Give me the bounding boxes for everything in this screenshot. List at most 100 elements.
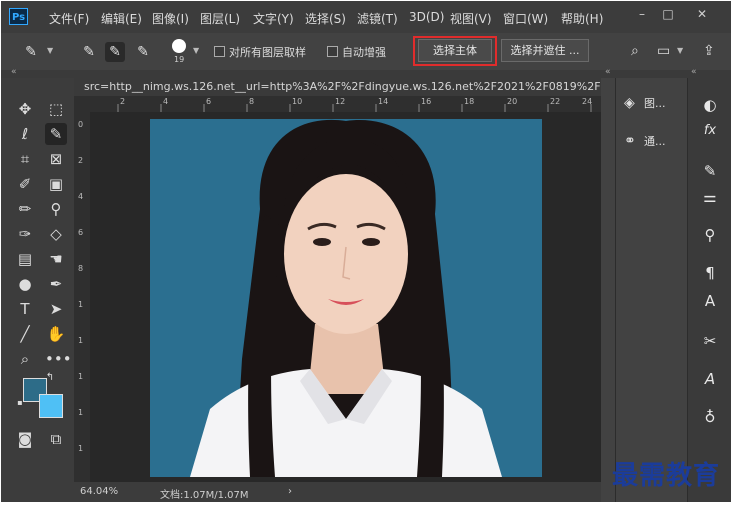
marquee-tool-icon[interactable]: ⬚ xyxy=(45,98,67,120)
status-menu-arrow[interactable]: › xyxy=(288,486,292,497)
character-icon[interactable]: ¶ xyxy=(699,262,721,284)
brush-size-value: 19 xyxy=(174,55,185,64)
ruler-label: 10 xyxy=(292,97,303,106)
collapsed-panels: ◈ 图... ⚭ 通... xyxy=(615,78,688,502)
watermark-text: 最需教育 xyxy=(612,461,721,491)
portrait-photo[interactable] xyxy=(150,119,542,477)
screen-mode-icon[interactable]: ⧉ xyxy=(45,428,67,450)
menu-window[interactable]: 窗口(W) xyxy=(503,10,548,27)
dodge-tool-icon[interactable]: ● xyxy=(14,273,36,295)
adjustments-icon[interactable]: ◐ xyxy=(699,94,721,116)
new-selection-icon[interactable]: ✎ xyxy=(79,42,99,62)
zoom-level[interactable]: 64.04% xyxy=(80,486,118,497)
tool-presets-icon[interactable]: ✂ xyxy=(699,330,721,352)
maximize-button[interactable]: □ xyxy=(657,5,679,23)
document-info: 文档:1.07M/1.07M xyxy=(160,490,249,501)
ruler-label: 1 xyxy=(78,336,84,345)
brush-settings-icon[interactable]: ✎ xyxy=(699,160,721,182)
default-colors-icon[interactable]: ▪ xyxy=(15,398,25,408)
menu-help[interactable]: 帮助(H) xyxy=(561,10,603,27)
patch-tool-icon[interactable]: ▣ xyxy=(45,173,67,195)
menu-filter[interactable]: 滤镜(T) xyxy=(357,10,398,27)
photoshop-window: Ps 文件(F) 编辑(E) 图像(I) 图层(L) 文字(Y) 选择(S) 滤… xyxy=(1,1,731,502)
quick-selection-tool-icon[interactable]: ✎ xyxy=(45,123,67,145)
menu-view[interactable]: 视图(V) xyxy=(450,10,492,27)
brush-preview-icon[interactable] xyxy=(172,39,186,53)
glyphs-icon[interactable]: A xyxy=(699,368,721,390)
document-tab[interactable]: src=http__nimg.ws.126.net__url=http%3A%2… xyxy=(74,78,601,96)
ruler-label: 6 xyxy=(206,97,212,106)
styles-fx-icon[interactable]: fx xyxy=(699,120,721,142)
move-tool-icon[interactable]: ✥ xyxy=(14,98,36,120)
paragraph-icon[interactable]: A xyxy=(699,290,721,312)
menu-bar: Ps 文件(F) 编辑(E) 图像(I) 图层(L) 文字(Y) 选择(S) 滤… xyxy=(1,1,731,33)
collapse-right-panel-icon[interactable]: « xyxy=(691,67,697,77)
line-tool-icon[interactable]: ╱ xyxy=(14,323,36,345)
sample-all-layers-checkbox[interactable] xyxy=(214,46,225,57)
workspace-icon[interactable]: ▭ xyxy=(657,43,670,59)
status-bar: 64.04% 文档:1.07M/1.07M › xyxy=(74,482,601,502)
collapse-toolbar-icon[interactable]: « xyxy=(11,67,17,77)
quick-selection-preset-icon[interactable]: ✎ xyxy=(21,42,41,62)
smudge-tool-icon[interactable]: ☚ xyxy=(45,248,67,270)
panel-dock-handle xyxy=(601,78,615,502)
chevron-down-icon[interactable]: ▼ xyxy=(47,46,53,55)
auto-enhance-checkbox[interactable] xyxy=(327,46,338,57)
hand-tool-icon[interactable]: ✋ xyxy=(45,323,67,345)
menu-select[interactable]: 选择(S) xyxy=(305,10,346,27)
ruler-label: 20 xyxy=(507,97,518,106)
highlight-box xyxy=(413,36,497,66)
auto-enhance-label: 自动增强 xyxy=(342,46,386,59)
close-button[interactable]: ✕ xyxy=(691,5,713,23)
ruler-label: 1 xyxy=(78,300,84,309)
background-color-swatch[interactable] xyxy=(39,394,63,418)
type-tool-icon[interactable]: T xyxy=(14,298,36,320)
menu-3d[interactable]: 3D(D) xyxy=(409,10,444,24)
menu-edit[interactable]: 编辑(E) xyxy=(101,10,142,27)
layers-label: 图... xyxy=(644,97,666,110)
eraser-tool-icon[interactable]: ◇ xyxy=(45,223,67,245)
brush-presets-icon[interactable]: ⚌ xyxy=(699,186,721,208)
ruler-label: 16 xyxy=(421,97,432,106)
ruler-label: 4 xyxy=(78,192,84,201)
menu-layer[interactable]: 图层(L) xyxy=(200,10,240,27)
channels-icon: ⚭ xyxy=(624,133,636,149)
learn-icon[interactable]: ♁ xyxy=(699,406,721,428)
ruler-label: 6 xyxy=(78,228,84,237)
ruler-label: 1 xyxy=(78,372,84,381)
horizontal-ruler: 2 4 6 8 10 12 14 16 18 20 22 24 xyxy=(74,96,601,113)
subtract-from-selection-icon[interactable]: ✎ xyxy=(133,42,153,62)
workspace-dropdown-icon[interactable]: ▼ xyxy=(677,46,683,55)
menu-file[interactable]: 文件(F) xyxy=(49,10,89,27)
canvas-area[interactable] xyxy=(90,112,601,482)
layers-panel-tab[interactable]: ◈ 图... xyxy=(624,90,666,116)
swap-colors-icon[interactable]: ↰ xyxy=(43,371,57,385)
channels-panel-tab[interactable]: ⚭ 通... xyxy=(624,128,666,154)
lasso-tool-icon[interactable]: ℓ xyxy=(14,123,36,145)
gradient-tool-icon[interactable]: ▤ xyxy=(14,248,36,270)
share-icon[interactable]: ⇪ xyxy=(703,43,715,59)
zoom-tool-icon[interactable]: ⌕ xyxy=(14,348,36,370)
collapse-panel-icon[interactable]: « xyxy=(605,67,611,77)
search-icon[interactable]: ⌕ xyxy=(631,43,639,59)
frame-tool-icon[interactable]: ⊠ xyxy=(45,148,67,170)
stamp-tool-icon[interactable]: ⚲ xyxy=(45,198,67,220)
add-to-selection-icon[interactable]: ✎ xyxy=(105,42,125,62)
pen-tool-icon[interactable]: ✒ xyxy=(45,273,67,295)
brush-tool-icon[interactable]: ✏ xyxy=(14,198,36,220)
history-brush-icon[interactable]: ✑ xyxy=(14,223,36,245)
minimize-button[interactable]: – xyxy=(631,5,653,23)
quick-mask-icon[interactable]: ◙ xyxy=(14,428,36,450)
eyedropper-tool-icon[interactable]: ✐ xyxy=(14,173,36,195)
clone-source-icon[interactable]: ⚲ xyxy=(699,224,721,246)
menu-image[interactable]: 图像(I) xyxy=(152,10,189,27)
more-tools-icon[interactable]: ••• xyxy=(45,348,72,370)
brush-dropdown-icon[interactable]: ▼ xyxy=(193,46,199,55)
menu-type[interactable]: 文字(Y) xyxy=(253,10,294,27)
ruler-label: 2 xyxy=(120,97,126,106)
tools-panel: ✥ ⬚ ℓ ✎ ⌗ ⊠ ✐ ▣ ✏ ⚲ ✑ ◇ ▤ ☚ ● ✒ T ➤ ╱ ✋ … xyxy=(1,78,74,502)
select-and-mask-button[interactable]: 选择并遮住 ... xyxy=(501,39,589,62)
ruler-label: 24 xyxy=(582,97,593,106)
path-selection-icon[interactable]: ➤ xyxy=(45,298,67,320)
crop-tool-icon[interactable]: ⌗ xyxy=(14,148,36,170)
